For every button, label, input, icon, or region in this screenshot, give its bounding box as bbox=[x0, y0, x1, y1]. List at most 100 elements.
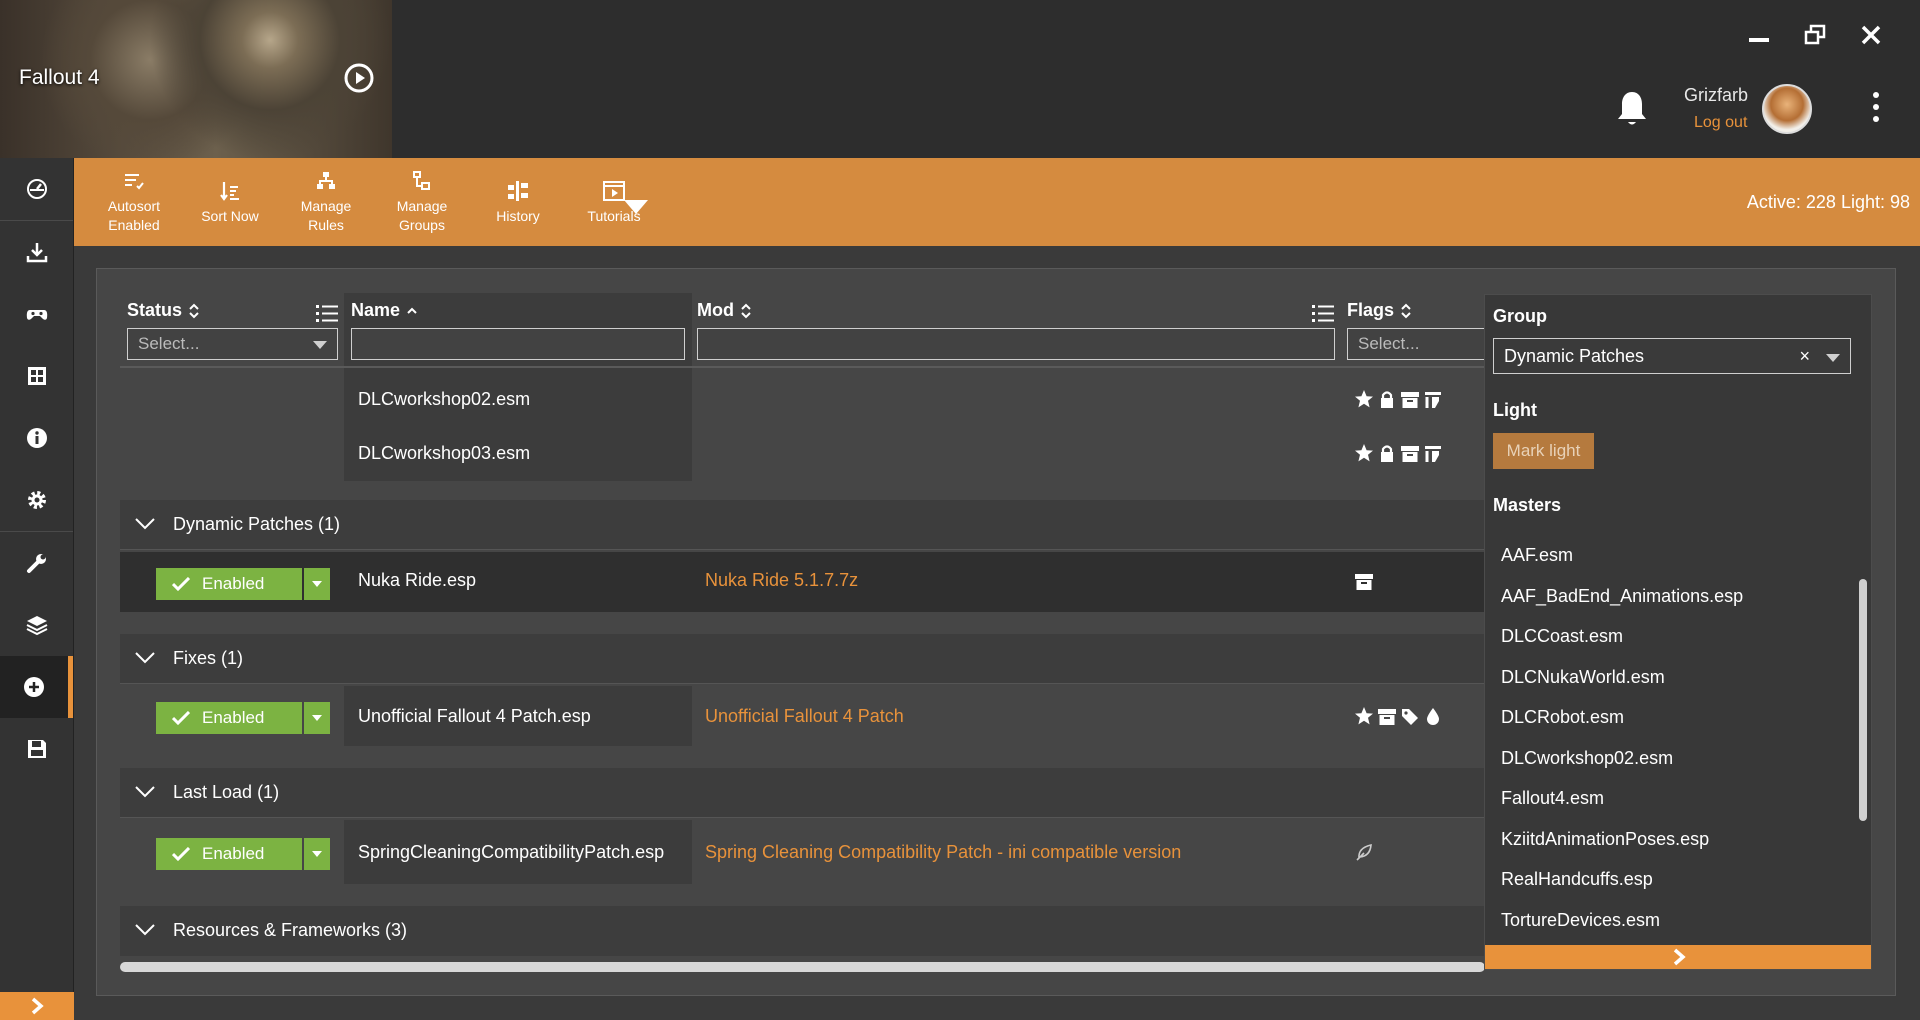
sort-both-icon bbox=[1401, 303, 1411, 318]
vertical-scrollbar[interactable] bbox=[1859, 579, 1867, 821]
check-icon bbox=[172, 577, 190, 591]
manage-rules-button[interactable]: Manage Rules bbox=[278, 158, 374, 246]
sidebar-item-dashboard[interactable] bbox=[0, 158, 73, 220]
plugin-flags bbox=[1354, 842, 1374, 862]
lock-icon bbox=[1381, 391, 1393, 408]
autosort-label: Autosort bbox=[107, 198, 161, 214]
restore-button[interactable] bbox=[1802, 22, 1828, 48]
mark-light-button[interactable]: Mark light bbox=[1493, 433, 1594, 469]
active-plugin-count: Active: 228 Light: 98 bbox=[1746, 192, 1910, 212]
chevron-down-icon bbox=[135, 518, 155, 530]
enabled-toggle[interactable]: Enabled bbox=[156, 702, 302, 734]
master-star-icon bbox=[1355, 390, 1373, 408]
group-label: Fixes (1) bbox=[173, 648, 244, 668]
plugin-row[interactable]: Enabled SpringCleaningCompatibilityPatch… bbox=[120, 820, 1485, 884]
sidebar-item-downloads[interactable] bbox=[0, 221, 73, 283]
plugin-name[interactable]: Unofficial Fallout 4 Patch.esp bbox=[358, 706, 591, 727]
play-icon[interactable] bbox=[343, 62, 375, 94]
avatar[interactable] bbox=[1762, 84, 1812, 134]
master-item: DLCCoast.esm bbox=[1501, 626, 1624, 646]
mod-link[interactable]: Spring Cleaning Compatibility Patch - in… bbox=[705, 842, 1181, 863]
flags-filter-select[interactable]: Select... bbox=[1347, 328, 1484, 360]
sort-now-label: Sort Now bbox=[201, 207, 259, 224]
sidebar-item-plugins[interactable] bbox=[0, 656, 73, 718]
group-select-value: Dynamic Patches bbox=[1504, 346, 1645, 366]
masters-list: AAF.esm AAF_BadEnd_Animations.esp DLCCoa… bbox=[1501, 535, 1841, 940]
masters-field-label: Masters bbox=[1493, 495, 1562, 515]
plugin-row[interactable]: Enabled Nuka Ride.esp Nuka Ride 5.1.7.7z bbox=[120, 552, 1485, 612]
sidebar-item-mods[interactable] bbox=[0, 345, 73, 407]
enabled-toggle[interactable]: Enabled bbox=[156, 838, 302, 870]
archive-icon bbox=[1355, 574, 1373, 590]
caret-down-icon[interactable] bbox=[1826, 354, 1840, 362]
horizontal-scrollbar[interactable] bbox=[120, 962, 1485, 972]
history-icon bbox=[508, 180, 528, 201]
mod-column-menu-icon[interactable] bbox=[1312, 303, 1334, 323]
status-label: Enabled bbox=[202, 844, 265, 863]
group-field-label: Group bbox=[1493, 306, 1547, 326]
group-label: Resources & Frameworks (3) bbox=[173, 920, 408, 940]
sidebar-expand-button[interactable] bbox=[0, 992, 74, 1020]
plugins-icon bbox=[24, 677, 44, 697]
plugin-name[interactable]: SpringCleaningCompatibilityPatch.esp bbox=[358, 842, 664, 863]
group-header-fixes[interactable]: Fixes (1) bbox=[120, 634, 1485, 684]
status-dropdown-button[interactable] bbox=[304, 568, 330, 600]
mod-column-header[interactable]: Mod bbox=[697, 300, 752, 321]
plugin-name[interactable]: Nuka Ride.esp bbox=[358, 570, 476, 591]
logout-link[interactable]: Log out bbox=[1694, 114, 1747, 132]
autosort-button[interactable]: Autosort Enabled bbox=[86, 158, 182, 246]
minimize-icon bbox=[1749, 38, 1769, 42]
manage-groups-label-2: Groups bbox=[399, 217, 445, 233]
manage-groups-button[interactable]: Manage Groups bbox=[374, 158, 470, 246]
close-icon bbox=[1861, 25, 1881, 45]
group-header-resources-frameworks[interactable]: Resources & Frameworks (3) bbox=[120, 906, 1485, 956]
close-button[interactable] bbox=[1858, 22, 1884, 48]
master-star-icon bbox=[1355, 707, 1373, 725]
bell-icon[interactable] bbox=[1614, 88, 1650, 128]
clear-icon[interactable]: × bbox=[1799, 346, 1810, 367]
sidebar-item-tools[interactable] bbox=[0, 532, 73, 594]
status-column-header[interactable]: Status bbox=[127, 300, 200, 321]
window-controls bbox=[1746, 22, 1884, 48]
restore-icon bbox=[1804, 24, 1826, 45]
name-header-label: Name bbox=[351, 300, 401, 320]
group-header-last-load[interactable]: Last Load (1) bbox=[120, 768, 1485, 818]
name-filter-input[interactable] bbox=[351, 328, 685, 360]
status-filter-select[interactable]: Select... bbox=[127, 328, 338, 360]
mod-filter-input[interactable] bbox=[697, 328, 1335, 360]
mod-link[interactable]: Nuka Ride 5.1.7.7z bbox=[705, 570, 858, 591]
enabled-toggle[interactable]: Enabled bbox=[156, 568, 302, 600]
group-select[interactable]: Dynamic Patches × bbox=[1493, 338, 1851, 374]
sidebar bbox=[0, 158, 74, 1020]
sidebar-item-settings[interactable] bbox=[0, 469, 73, 531]
manage-groups-label: Manage bbox=[396, 198, 448, 214]
status-dropdown-button[interactable] bbox=[304, 838, 330, 870]
history-button[interactable]: History bbox=[470, 158, 566, 246]
panel-expand-button[interactable] bbox=[1485, 945, 1871, 969]
kebab-menu-icon[interactable] bbox=[1866, 90, 1886, 124]
minimize-button[interactable] bbox=[1746, 22, 1772, 48]
sidebar-item-load-order[interactable] bbox=[0, 594, 73, 656]
gear-icon bbox=[27, 491, 46, 509]
status-column-menu-icon[interactable] bbox=[316, 303, 338, 323]
tutorials-button[interactable]: Tutorials bbox=[566, 158, 662, 246]
sidebar-item-info[interactable] bbox=[0, 407, 73, 469]
sort-now-button[interactable]: Sort Now bbox=[182, 158, 278, 246]
flags-column-header[interactable]: Flags bbox=[1347, 300, 1412, 321]
lock-icon bbox=[1381, 445, 1393, 462]
sidebar-item-saves[interactable] bbox=[0, 718, 73, 780]
game-banner[interactable]: Fallout 4 bbox=[0, 0, 392, 158]
download-icon bbox=[26, 243, 47, 263]
status-dropdown-button[interactable] bbox=[304, 702, 330, 734]
sidebar-item-games[interactable] bbox=[0, 283, 73, 345]
status-label: Enabled bbox=[202, 708, 265, 727]
plugin-name[interactable]: DLCworkshop02.esm bbox=[358, 389, 530, 410]
name-column-header[interactable]: Name bbox=[351, 300, 418, 321]
plugin-name[interactable]: DLCworkshop03.esm bbox=[358, 443, 530, 464]
mods-icon bbox=[27, 367, 46, 385]
mod-link[interactable]: Unofficial Fallout 4 Patch bbox=[705, 706, 904, 727]
group-header-dynamic-patches[interactable]: Dynamic Patches (1) bbox=[120, 500, 1485, 550]
save-icon bbox=[27, 740, 46, 758]
plugin-row[interactable]: Enabled Unofficial Fallout 4 Patch.esp U… bbox=[120, 686, 1485, 746]
header-divider bbox=[120, 366, 1485, 368]
